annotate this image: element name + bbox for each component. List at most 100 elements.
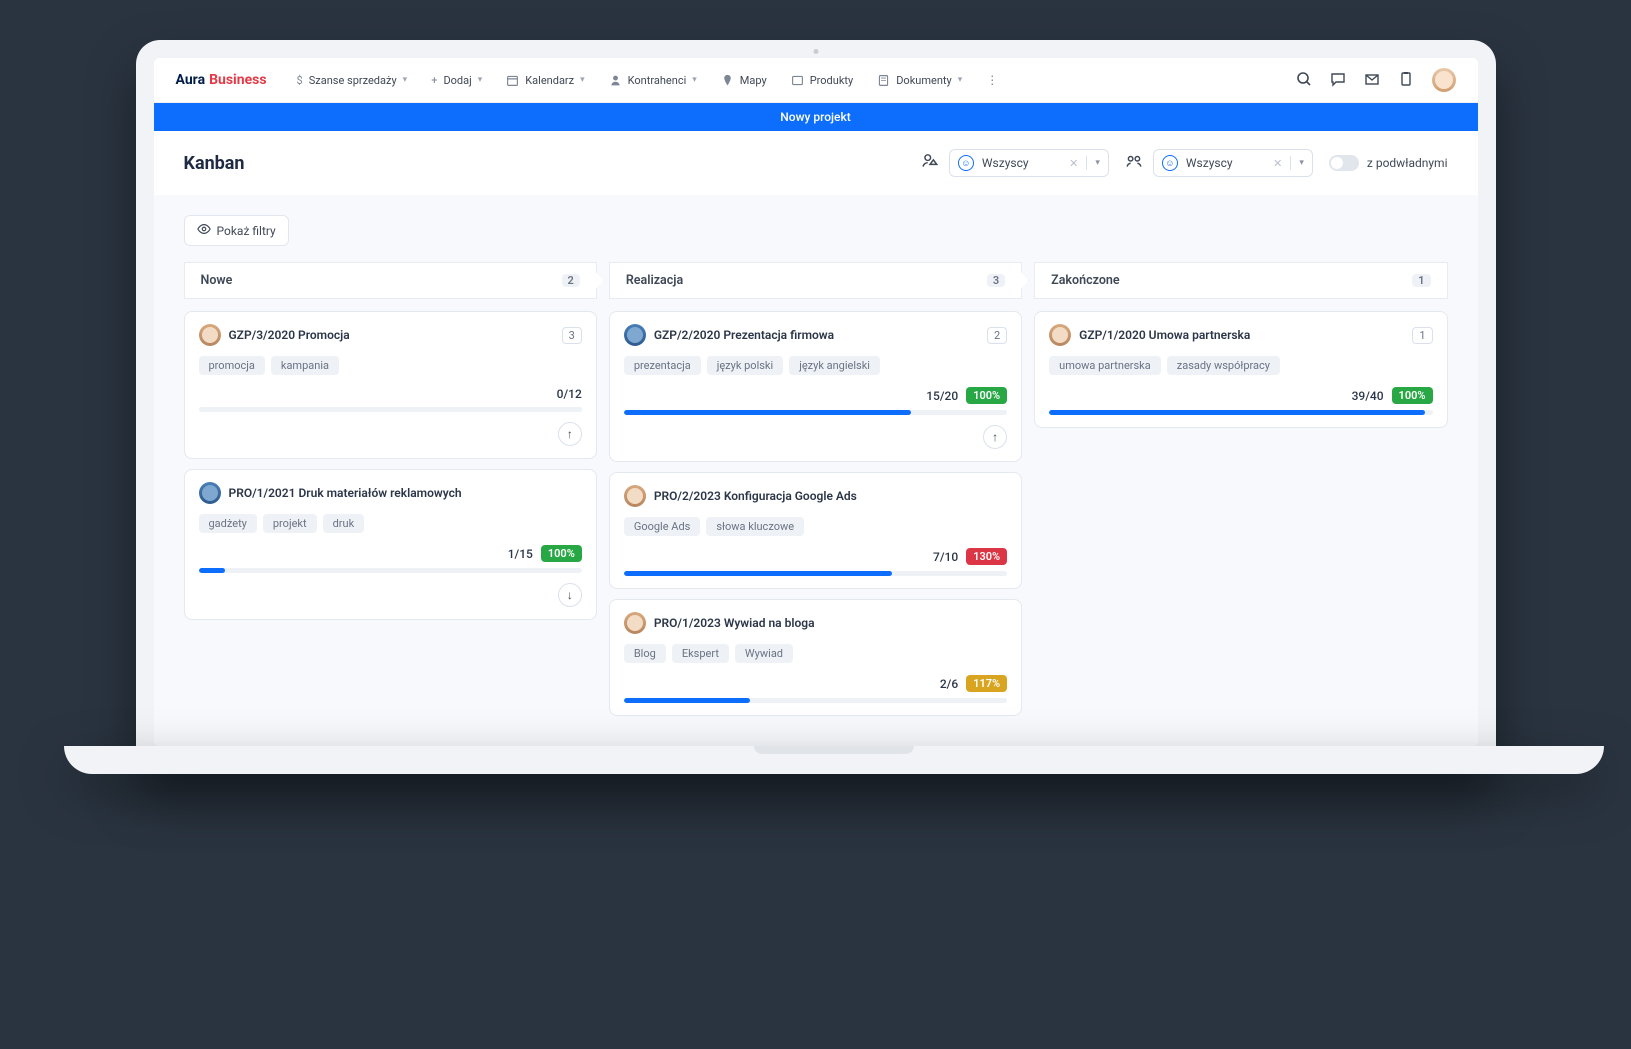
nav-dokumenty[interactable]: Dokumenty ▾ xyxy=(877,74,962,87)
selector-2[interactable]: ☺ Wszyscy ✕ ▾ xyxy=(1153,149,1313,177)
clipboard-icon[interactable] xyxy=(1398,71,1414,90)
camera-dot xyxy=(813,49,818,54)
kanban-card[interactable]: PRO/2/2023 Konfiguracja Google Ads Google… xyxy=(609,472,1022,589)
nav-kontrahenci-label: Kontrahenci xyxy=(628,74,687,87)
card-tags: gadżetyprojektdruk xyxy=(199,514,582,533)
chevron-down-icon: ▾ xyxy=(692,75,697,85)
chevron-down-icon[interactable]: ▾ xyxy=(1095,158,1100,168)
pin-icon xyxy=(721,74,734,87)
column-body-nowe: GZP/3/2020 Promocja3promocjakampania0/12… xyxy=(184,311,597,716)
percent-badge: 100% xyxy=(541,545,582,562)
card-title: PRO/2/2023 Konfiguracja Google Ads xyxy=(654,489,1007,503)
card-progress-row: 0/12 xyxy=(199,387,582,401)
clear-icon[interactable]: ✕ xyxy=(1069,157,1078,170)
card-count-badge: 2 xyxy=(987,327,1007,344)
card-progress-row: 15/20100% xyxy=(624,387,1007,404)
chevron-down-icon[interactable]: ▾ xyxy=(1299,158,1304,168)
column-count: 1 xyxy=(1412,274,1430,287)
eye-icon xyxy=(197,222,211,239)
card-arrow-button[interactable]: ↑ xyxy=(983,425,1007,449)
search-icon[interactable] xyxy=(1296,71,1312,90)
card-tags: Google Adssłowa kluczowe xyxy=(624,517,1007,536)
card-avatar xyxy=(624,485,646,507)
user-circle-icon: ☺ xyxy=(1162,155,1178,171)
kanban-card[interactable]: PRO/1/2021 Druk materiałów reklamowych ga… xyxy=(184,469,597,620)
progress-text: 1/15 xyxy=(508,547,533,561)
progress-text: 39/40 xyxy=(1352,389,1384,403)
nav-items: $ Szanse sprzedaży ▾ + Dodaj ▾ Kalendarz… xyxy=(297,73,999,87)
document-icon xyxy=(877,74,890,87)
card-progress-row: 39/40 100% xyxy=(1049,387,1432,404)
card-count-badge: 3 xyxy=(562,327,582,344)
tag: promocja xyxy=(199,356,265,375)
page-header: Kanban ☺ Wszyscy ✕ ▾ ☺ xyxy=(154,131,1478,195)
card-arrow-button[interactable]: ↑ xyxy=(558,422,582,446)
kanban-card[interactable]: GZP/2/2020 Prezentacja firmowa2prezentac… xyxy=(609,311,1022,462)
filter-group-1: ☺ Wszyscy ✕ ▾ xyxy=(921,149,1109,177)
clear-icon[interactable]: ✕ xyxy=(1273,157,1282,170)
chat-icon[interactable] xyxy=(1330,71,1346,90)
page-title: Kanban xyxy=(184,153,245,174)
column-title: Realizacja xyxy=(626,273,683,288)
progress-bar xyxy=(624,698,1007,703)
card-progress-row: 2/6 117% xyxy=(624,675,1007,692)
percent-badge: 100% xyxy=(1392,387,1433,404)
show-filters-button[interactable]: Pokaż filtry xyxy=(184,215,289,246)
new-project-label: Nowy projekt xyxy=(780,110,850,124)
card-avatar xyxy=(199,324,221,346)
nav-produkty[interactable]: Produkty xyxy=(791,74,853,87)
laptop-base xyxy=(64,746,1604,774)
person-pin-icon xyxy=(921,152,939,174)
column-title: Nowe xyxy=(201,273,233,288)
progress-text: 15/20 xyxy=(926,389,958,403)
progress-text: 2/6 xyxy=(940,677,958,691)
toggle-label: z podwładnymi xyxy=(1367,156,1448,170)
brand-logo: Aura Business xyxy=(176,72,267,88)
card-tags: BlogEkspertWywiad xyxy=(624,644,1007,663)
show-filters-label: Pokaż filtry xyxy=(217,224,276,238)
card-title: PRO/1/2023 Wywiad na bloga xyxy=(654,616,1007,630)
column-body-realizacja: GZP/2/2020 Prezentacja firmowa2prezentac… xyxy=(609,311,1022,716)
nav-szanse-label: Szanse sprzedaży xyxy=(309,74,397,87)
nav-dodaj-label: Dodaj xyxy=(443,74,471,87)
selector-1[interactable]: ☺ Wszyscy ✕ ▾ xyxy=(949,149,1109,177)
top-nav: Aura Business $ Szanse sprzedaży ▾ + Dod… xyxy=(154,58,1478,103)
content-area: Pokaż filtry Nowe 2 Realizacja 3 Zakończ… xyxy=(154,195,1478,746)
nav-dodaj[interactable]: + Dodaj ▾ xyxy=(431,74,482,87)
progress-bar xyxy=(199,407,582,412)
card-count-badge: 1 xyxy=(1412,327,1432,344)
mail-icon[interactable] xyxy=(1364,71,1380,90)
tag: Wywiad xyxy=(735,644,793,663)
progress-fill xyxy=(624,571,892,576)
percent-badge: 117% xyxy=(966,675,1007,692)
card-title: GZP/1/2020 Umowa partnerska xyxy=(1079,328,1404,342)
tag: zasady współpracy xyxy=(1167,356,1280,375)
nav-mapy[interactable]: Mapy xyxy=(721,74,767,87)
box-icon xyxy=(791,74,804,87)
selector-1-label: Wszyscy xyxy=(982,156,1029,170)
tag: słowa kluczowe xyxy=(706,517,804,536)
brand-business: Business xyxy=(209,72,266,88)
card-arrow-button[interactable]: ↓ xyxy=(558,583,582,607)
nav-kontrahenci[interactable]: Kontrahenci ▾ xyxy=(609,74,697,87)
card-progress-row: 1/15 100% xyxy=(199,545,582,562)
kanban-card[interactable]: PRO/1/2023 Wywiad na bloga BlogEkspertWyw… xyxy=(609,599,1022,716)
nav-kalendarz[interactable]: Kalendarz ▾ xyxy=(506,74,584,87)
card-avatar xyxy=(199,482,221,504)
nav-more-icon[interactable]: ⋮ xyxy=(986,73,998,87)
user-avatar[interactable] xyxy=(1432,68,1456,92)
card-title: PRO/1/2021 Druk materiałów reklamowych xyxy=(229,486,582,500)
nav-right xyxy=(1296,68,1456,92)
tag: Blog xyxy=(624,644,666,663)
user-circle-icon: ☺ xyxy=(958,155,974,171)
kanban-card[interactable]: GZP/3/2020 Promocja3promocjakampania0/12… xyxy=(184,311,597,459)
chevron-down-icon: ▾ xyxy=(958,75,963,85)
toggle-switch[interactable] xyxy=(1329,155,1359,171)
column-header-zakonczone: Zakończone 1 xyxy=(1034,262,1447,299)
column-count: 3 xyxy=(987,274,1005,287)
kanban-card[interactable]: GZP/1/2020 Umowa partnerska1umowa partne… xyxy=(1034,311,1447,428)
new-project-bar[interactable]: Nowy projekt xyxy=(154,103,1478,131)
nav-dokumenty-label: Dokumenty xyxy=(896,74,952,87)
nav-szanse[interactable]: $ Szanse sprzedaży ▾ xyxy=(297,74,408,87)
card-avatar xyxy=(624,324,646,346)
